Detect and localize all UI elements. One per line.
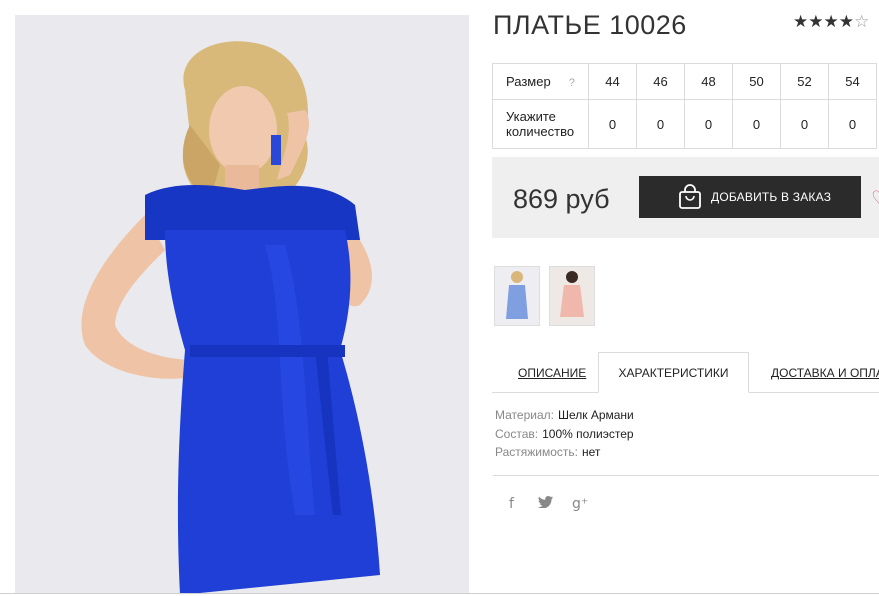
- quantity-label: Укажите количество: [492, 99, 589, 149]
- quantity-input[interactable]: 0: [636, 99, 685, 149]
- heart-icon[interactable]: ♡: [871, 186, 879, 211]
- tab-characteristics-label: ХАРАКТЕРИСТИКИ: [618, 365, 729, 380]
- thumbnail-pink-dress[interactable]: [549, 266, 595, 326]
- spec-value: Шелк Армани: [557, 408, 634, 422]
- quantity-input[interactable]: 0: [780, 99, 829, 149]
- spec-key: Состав:: [495, 427, 539, 441]
- social-divider: [493, 475, 879, 476]
- star-icon[interactable]: ★: [839, 12, 854, 31]
- tab-characteristics[interactable]: ХАРАКТЕРИСТИКИ: [598, 352, 749, 393]
- quantity-row: Укажите количество 0 0 0 0 0 0: [492, 99, 877, 149]
- facebook-icon[interactable]: f: [509, 496, 514, 512]
- star-icon[interactable]: ★: [808, 12, 823, 31]
- quantity-input[interactable]: 0: [684, 99, 733, 149]
- size-cell: 52: [780, 63, 829, 100]
- spec-material: Материал: Шелк Армани: [495, 408, 634, 422]
- tab-description[interactable]: ОПИСАНИЕ: [518, 366, 586, 380]
- spec-value: нет: [582, 445, 601, 459]
- spec-key: Растяжимость:: [495, 445, 579, 459]
- size-cell: 46: [636, 63, 685, 100]
- tab-delivery[interactable]: ДОСТАВКА И ОПЛАТА: [771, 366, 879, 380]
- shopping-bag-icon: [677, 184, 703, 210]
- size-header: Размер?: [492, 63, 589, 100]
- help-icon[interactable]: ?: [569, 77, 575, 89]
- spec-key: Материал:: [495, 408, 554, 422]
- google-plus-icon[interactable]: g⁺: [572, 496, 588, 512]
- rating-stars[interactable]: ★★★★☆: [793, 12, 869, 32]
- quantity-input[interactable]: 0: [588, 99, 637, 149]
- spec-value: 100% полиэстер: [542, 427, 634, 441]
- star-empty-icon[interactable]: ☆: [854, 12, 869, 31]
- thumbnail-blue-dress[interactable]: [494, 266, 540, 326]
- star-icon[interactable]: ★: [793, 12, 808, 31]
- price-box: 869 руб ДОБАВИТЬ В ЗАКАЗ: [492, 157, 879, 238]
- quantity-input[interactable]: 0: [732, 99, 781, 149]
- size-cell: 54: [828, 63, 877, 100]
- size-cell: 50: [732, 63, 781, 100]
- size-cell: 48: [684, 63, 733, 100]
- star-icon[interactable]: ★: [824, 12, 839, 31]
- add-to-order-button[interactable]: ДОБАВИТЬ В ЗАКАЗ: [639, 176, 861, 218]
- size-label: Размер: [506, 74, 551, 89]
- twitter-icon[interactable]: [538, 496, 553, 512]
- spec-composition: Состав: 100% полиэстер: [495, 427, 634, 441]
- size-row: Размер? 44 46 48 50 52 54: [492, 63, 877, 100]
- size-quantity-table: Размер? 44 46 48 50 52 54 Укажите количе…: [492, 63, 877, 149]
- quantity-input[interactable]: 0: [828, 99, 877, 149]
- price: 869 руб: [513, 184, 610, 214]
- size-cell: 44: [588, 63, 637, 100]
- bottom-divider: [0, 593, 879, 594]
- product-title: ПЛАТЬЕ 10026: [493, 10, 687, 40]
- add-to-order-label: ДОБАВИТЬ В ЗАКАЗ: [711, 190, 832, 204]
- product-main-photo[interactable]: [15, 15, 469, 594]
- spec-stretch: Растяжимость: нет: [495, 445, 600, 459]
